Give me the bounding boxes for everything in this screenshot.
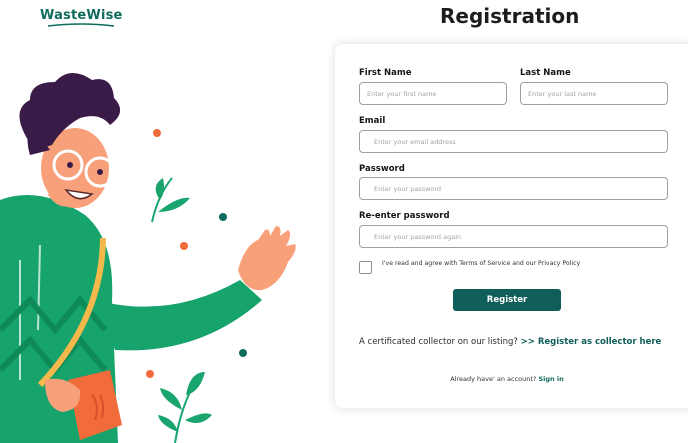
page-title: Registration <box>440 4 580 28</box>
decor-dot-green <box>239 349 247 357</box>
first-name-label: First Name <box>359 68 412 78</box>
registration-card: First Name Last Name Email Password Re-e… <box>335 44 688 408</box>
register-collector-link[interactable]: >> Register as collector here <box>521 337 662 347</box>
signin-link[interactable]: Sign in <box>538 375 563 383</box>
email-input[interactable] <box>359 130 668 153</box>
arm <box>95 280 262 351</box>
terms-text: I've read and agree with Terms of Servic… <box>382 260 581 267</box>
email-label: Email <box>359 116 386 126</box>
waving-person-illustration <box>0 72 296 443</box>
first-name-input[interactable] <box>359 82 507 105</box>
logo-swoosh-icon <box>48 23 115 27</box>
logo[interactable]: WasteWise <box>40 8 123 28</box>
plant-icon <box>158 372 212 443</box>
hand <box>238 226 296 291</box>
decor-dot-orange <box>180 242 188 250</box>
reenter-password-input[interactable] <box>359 225 668 248</box>
collector-prompt-line: A certificated collector on our listing?… <box>359 337 661 347</box>
logo-text: WasteWise <box>40 8 123 23</box>
terms-checkbox[interactable] <box>359 261 372 274</box>
decor-dot-orange <box>146 370 154 378</box>
signin-prompt: Already have' an account? <box>450 375 537 383</box>
decor-dot-orange <box>153 129 161 137</box>
decor-dot-green <box>219 213 227 221</box>
last-name-label: Last Name <box>520 68 571 78</box>
leaf-icon <box>151 177 190 223</box>
password-label: Password <box>359 164 405 174</box>
reenter-password-label: Re-enter password <box>359 211 450 221</box>
last-name-input[interactable] <box>520 82 668 105</box>
signin-prompt-line: Already have' an account? Sign in <box>335 375 679 383</box>
collector-prompt: A certificated collector on our listing? <box>359 337 518 347</box>
password-input[interactable] <box>359 177 668 200</box>
register-button[interactable]: Register <box>453 289 561 311</box>
